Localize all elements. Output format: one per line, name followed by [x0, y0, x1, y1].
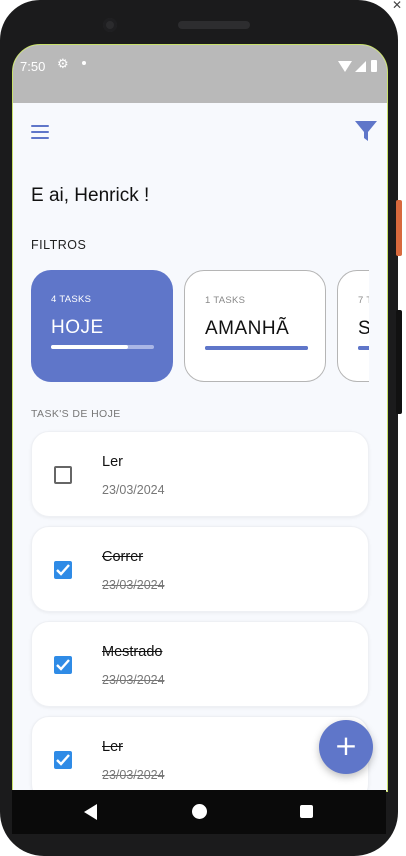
filter-progress-bar: [358, 346, 369, 350]
app-screen: 7:50 ⚙ E ai, Henrick ! FILTROS 4 TASKS H…: [12, 44, 388, 792]
filter-card-amanha[interactable]: 1 TASKS AMANHÃ: [184, 270, 326, 382]
task-date: 23/03/2024: [102, 483, 165, 497]
status-bar: 7:50 ⚙: [13, 45, 387, 103]
filter-card-label: HOJE: [51, 317, 104, 338]
recent-apps-icon[interactable]: [300, 805, 313, 818]
filter-progress-fill: [51, 345, 129, 349]
filters-title: FILTROS: [31, 238, 87, 252]
filter-icon[interactable]: [354, 119, 378, 143]
filter-card-hoje[interactable]: 4 TASKS HOJE: [31, 270, 173, 382]
greeting-title: E ai, Henrick !: [31, 185, 150, 206]
status-time: 7:50: [20, 59, 46, 74]
back-icon[interactable]: [84, 804, 97, 820]
filter-card-count: 4 TASKS: [51, 294, 92, 305]
filter-cards: 4 TASKS HOJE 1 TASKS AMANHÃ 7 TASKS SEMA…: [31, 270, 369, 384]
task-name: Ler: [102, 454, 123, 470]
speaker-grille: [178, 21, 250, 29]
filter-card-label: AMANHÃ: [205, 318, 290, 339]
task-name: Mestrado: [102, 644, 163, 660]
task-checkbox[interactable]: [54, 561, 72, 579]
power-button: [396, 200, 402, 256]
filter-card-label: SEMANA: [358, 318, 369, 340]
add-task-button[interactable]: +: [319, 720, 373, 774]
check-icon: [56, 659, 70, 671]
filter-card-semana[interactable]: 7 TASKS SEMANA: [337, 270, 369, 382]
task-checkbox[interactable]: [54, 656, 72, 674]
filter-progress-bar: [205, 346, 308, 350]
tasks-section-title: TASK'S DE HOJE: [31, 408, 121, 420]
task-item[interactable]: Ler 23/03/2024: [31, 431, 369, 517]
camera-icon: [103, 18, 117, 32]
signal-icon: [355, 61, 366, 72]
battery-icon: [371, 60, 377, 72]
check-icon: [56, 564, 70, 576]
gear-icon: ⚙: [57, 57, 69, 72]
task-item[interactable]: Correr 23/03/2024: [31, 526, 369, 612]
task-date: 23/03/2024: [102, 768, 165, 782]
notification-dot-icon: [82, 61, 86, 65]
menu-icon[interactable]: [31, 125, 49, 139]
check-icon: [56, 754, 70, 766]
home-icon[interactable]: [192, 804, 207, 819]
task-name: Correr: [102, 549, 144, 565]
task-checkbox[interactable]: [54, 466, 72, 484]
task-checkbox[interactable]: [54, 751, 72, 769]
wifi-icon: [338, 61, 352, 72]
filter-progress-fill: [205, 346, 308, 350]
filter-progress-bar: [51, 345, 154, 349]
task-item[interactable]: Ler 23/03/2024: [31, 716, 369, 791]
android-nav-bar: [12, 790, 386, 834]
task-date: 23/03/2024: [102, 578, 165, 592]
task-item[interactable]: Mestrado 23/03/2024: [31, 621, 369, 707]
task-name: Ler: [102, 739, 123, 755]
volume-button: [396, 310, 402, 414]
filter-progress-fill: [358, 346, 369, 350]
filter-card-count: 7 TASKS: [358, 295, 369, 306]
task-date: 23/03/2024: [102, 673, 165, 687]
close-icon[interactable]: ✕: [392, 0, 406, 12]
filter-card-count: 1 TASKS: [205, 295, 246, 306]
